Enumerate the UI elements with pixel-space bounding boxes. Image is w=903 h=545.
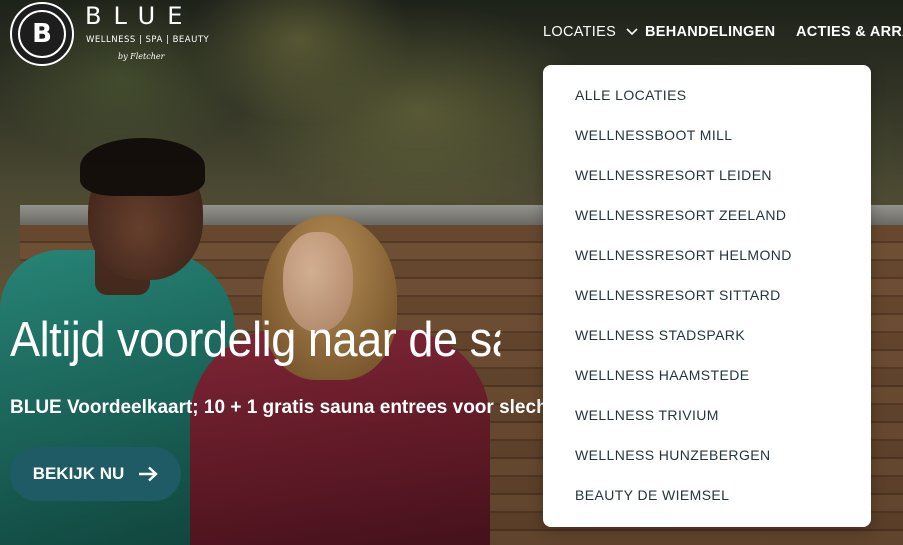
logo-byline: by Fletcher — [118, 52, 165, 61]
hero-title: Altijd voordelig naar de sauna — [10, 313, 500, 367]
dropdown-item-wellnessboot-mill[interactable]: WELLNESSBOOT MILL — [575, 127, 732, 143]
locaties-dropdown: ALLE LOCATIES WELLNESSBOOT MILL WELLNESS… — [543, 65, 871, 527]
hero-subtitle: BLUE Voordeelkaart; 10 + 1 gratis sauna … — [10, 397, 543, 418]
bekijk-nu-button[interactable]: BEKIJK NU — [10, 447, 181, 501]
dropdown-item-wellnessresort-sittard[interactable]: WELLNESSRESORT SITTARD — [575, 287, 781, 303]
dropdown-item-wellness-haamstede[interactable]: WELLNESS HAAMSTEDE — [575, 367, 749, 383]
nav-item-locaties[interactable]: LOCATIES — [543, 24, 638, 40]
main-nav: LOCATIES BEHANDELINGEN ACTIES & ARRAN — [0, 24, 903, 44]
dropdown-item-wellness-trivium[interactable]: WELLNESS TRIVIUM — [575, 407, 719, 423]
nav-item-acties[interactable]: ACTIES & ARRAN — [796, 24, 903, 40]
dropdown-item-alle-locaties[interactable]: ALLE LOCATIES — [575, 87, 687, 103]
dropdown-item-wellness-stadspark[interactable]: WELLNESS STADSPARK — [575, 327, 745, 343]
dropdown-item-beauty-de-wiemsel[interactable]: BEAUTY DE WIEMSEL — [575, 487, 729, 503]
arrow-right-icon — [139, 466, 159, 482]
dropdown-item-wellness-hunzebergen[interactable]: WELLNESS HUNZEBERGEN — [575, 447, 770, 463]
dropdown-item-wellnessresort-helmond[interactable]: WELLNESSRESORT HELMOND — [575, 247, 792, 263]
dropdown-item-wellnessresort-leiden[interactable]: WELLNESSRESORT LEIDEN — [575, 167, 772, 183]
nav-item-label: LOCATIES — [543, 24, 617, 40]
dropdown-item-wellnessresort-zeeland[interactable]: WELLNESSRESORT ZEELAND — [575, 207, 786, 223]
nav-item-behandelingen[interactable]: BEHANDELINGEN — [645, 24, 775, 40]
chevron-down-icon — [626, 28, 638, 36]
cta-label: BEKIJK NU — [32, 464, 125, 483]
